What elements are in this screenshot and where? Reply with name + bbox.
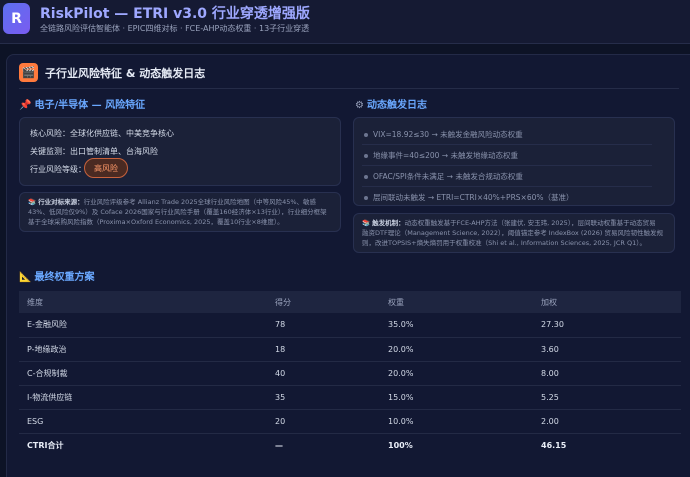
cell-weight: 15.0% (380, 385, 533, 410)
cell-weight: 10.0% (380, 409, 533, 434)
trigger-item-text: VIX=18.92≤30 → 未触发金融风险动态权重 (373, 130, 523, 139)
cell-weight: 100% (388, 440, 413, 450)
cell-score: 78 (267, 313, 380, 338)
core-risk-label: 核心风险： (30, 129, 70, 138)
trigger-note-line-3: 则，改进TOPSIS+熵失熵罚用于权重校准（Shi et al., Inform… (362, 239, 646, 247)
book-icon: 📚 (28, 198, 37, 206)
table-row: ESG 20 10.0% 2.00 (19, 409, 681, 434)
risk-level-badge: 高风险 (84, 158, 128, 178)
sector-note-line-1: 📚 行业对标来源：行业风险评级参考 Allianz Trade 2025全球行业… (28, 197, 336, 207)
trigger-note-line-2: 融资DTF理论（Management Science, 2022），阈值锚定参考… (362, 229, 664, 237)
clapperboard-icon: 🎬 (19, 63, 38, 82)
cell-weight: 35.0% (380, 313, 533, 338)
cell-dimension: CTRI合计 (27, 440, 64, 450)
cell-weighted: 3.60 (533, 337, 681, 362)
cell-dimension: ESG (19, 409, 267, 434)
key-monitor-row: 关键监测：出口管制清单、台海风险 (30, 146, 158, 157)
cell-weighted: 46.15 (541, 440, 567, 450)
sector-note-line-2: 43%、低风险仅9%）及 Coface 2026国家与行业风险手册（覆盖160经… (28, 208, 327, 216)
cell-score: 35 (267, 385, 380, 410)
trigger-log-card: VIX=18.92≤30 → 未触发金融风险动态权重 地缘事件=40≤200 →… (353, 117, 675, 206)
table-row: P-地缘政治 18 20.0% 3.60 (19, 337, 681, 362)
cell-score: 40 (267, 361, 380, 386)
weights-heading-text: 最终权重方案 (34, 272, 95, 283)
bullet-icon (364, 196, 368, 200)
pushpin-icon: 📌 (19, 100, 32, 111)
cell-weighted: 5.25 (533, 385, 681, 410)
sector-note-label: 行业对标来源： (38, 198, 84, 206)
bullet-icon (364, 175, 368, 179)
app-header: R RiskPilot — ETRI v3.0 行业穿透增强版 全链路风险评估智… (0, 0, 690, 44)
trigger-item-text: 层间联动未触发 → ETRI=CTRI×40%+PRS×60%（基准） (373, 193, 574, 202)
table-total-row: CTRI合计 — 100% 46.15 (19, 433, 681, 457)
sector-source-note: 📚 行业对标来源：行业风险评级参考 Allianz Trade 2025全球行业… (19, 192, 341, 232)
core-risk-value: 全球化供应链、中美竞争核心 (70, 129, 174, 138)
table-row: E-金融风险 78 35.0% 27.30 (19, 313, 681, 338)
app-title: RiskPilot — ETRI v3.0 行业穿透增强版 (40, 6, 310, 22)
sector-note-line-3: 基于全球采购风险指数（Proxima×Oxford Economics, 202… (28, 218, 284, 226)
cell-dimension: E-金融风险 (19, 313, 267, 338)
sector-risk-card: 核心风险：全球化供应链、中美竞争核心 关键监测：出口管制清单、台海风险 行业风险… (19, 117, 341, 186)
risk-level-label: 行业风险等级： (30, 165, 86, 174)
sector-heading: 📌 电子/半导体 — 风险特征 (19, 96, 145, 111)
col-weighted: 加权 (533, 291, 681, 313)
weights-heading: 📐 最终权重方案 (19, 268, 94, 283)
col-weight: 权重 (380, 291, 533, 313)
cell-dimension: I-物流供应链 (19, 385, 267, 410)
sector-note-text: 📚 行业对标来源：行业风险评级参考 Allianz Trade 2025全球行业… (28, 197, 336, 227)
cell-weighted: 8.00 (533, 361, 681, 386)
bullet-icon (364, 154, 368, 158)
table-row: I-物流供应链 35 15.0% 5.25 (19, 385, 681, 410)
table-row: C-合规制裁 40 20.0% 8.00 (19, 361, 681, 386)
trigger-mechanism-note: 📚 触发机制：动态权重触发基于FCE-AHP方法（张建伏, 安玉玮, 2025）… (353, 213, 675, 253)
key-monitor-label: 关键监测： (30, 147, 70, 156)
key-monitor-value: 出口管制清单、台海风险 (70, 147, 158, 156)
panel-divider (19, 88, 679, 89)
trigger-item: VIX=18.92≤30 → 未触发金融风险动态权重 (364, 129, 523, 140)
core-risk-row: 核心风险：全球化供应链、中美竞争核心 (30, 128, 174, 139)
trigger-note-label: 触发机制： (372, 219, 405, 227)
trigger-log-heading: ⚙ 动态触发日志 (355, 96, 427, 111)
gear-icon: ⚙ (355, 100, 364, 111)
trigger-item: 层间联动未触发 → ETRI=CTRI×40%+PRS×60%（基准） (364, 192, 574, 203)
trigger-divider (362, 165, 652, 166)
trigger-note-line-1: 📚 触发机制：动态权重触发基于FCE-AHP方法（张建伏, 安玉玮, 2025）… (362, 218, 670, 228)
sector-note-line-1-text: 行业风险评级参考 Allianz Trade 2025全球行业风险地图（中等风险… (83, 198, 317, 206)
cell-weight: 20.0% (380, 361, 533, 386)
col-score: 得分 (267, 291, 380, 313)
cell-dimension: C-合规制裁 (19, 361, 267, 386)
weights-table-header: 维度 得分 权重 加权 (19, 291, 681, 313)
book-icon: 📚 (362, 219, 371, 227)
app-logo[interactable]: R (3, 3, 30, 34)
panel-title: 子行业风险特征 & 动态触发日志 (45, 67, 206, 80)
trigger-item-text: 地缘事件=40≤200 → 未触发地缘动态权重 (373, 151, 518, 160)
app-subtitle: 全链路风险评估智能体 · EPIC四维对标 · FCE-AHP动态权重 · 13… (40, 24, 310, 33)
trigger-log-heading-text: 动态触发日志 (366, 100, 427, 111)
trigger-item: OFAC/SPI条件未满足 → 未触发合规动态权重 (364, 171, 523, 182)
cell-score: 18 (267, 337, 380, 362)
cell-score: — (275, 440, 283, 450)
trigger-item: 地缘事件=40≤200 → 未触发地缘动态权重 (364, 150, 518, 161)
trigger-note-text: 📚 触发机制：动态权重触发基于FCE-AHP方法（张建伏, 安玉玮, 2025）… (362, 218, 670, 248)
cell-weight: 20.0% (380, 337, 533, 362)
risk-panel: 🎬 子行业风险特征 & 动态触发日志 📌 电子/半导体 — 风险特征 核心风险：全… (6, 54, 690, 477)
trigger-note-line-1-text: 动态权重触发基于FCE-AHP方法（张建伏, 安玉玮, 2025），层间联动权重… (404, 219, 656, 227)
trigger-divider (362, 144, 652, 145)
cell-score: 20 (267, 409, 380, 434)
cell-weighted: 2.00 (533, 409, 681, 434)
col-dimension: 维度 (19, 291, 267, 313)
cell-dimension: P-地缘政治 (19, 337, 267, 362)
weights-table: 维度 得分 权重 加权 E-金融风险 78 35.0% 27.30 P-地缘政治… (19, 291, 681, 457)
cell-weighted: 27.30 (533, 313, 681, 338)
triangle-ruler-icon: 📐 (19, 272, 32, 283)
bullet-icon (364, 133, 368, 137)
risk-level-row: 行业风险等级： (30, 164, 86, 175)
trigger-item-text: OFAC/SPI条件未满足 → 未触发合规动态权重 (373, 172, 523, 181)
sector-heading-text: 电子/半导体 — 风险特征 (34, 100, 146, 111)
trigger-divider (362, 186, 652, 187)
